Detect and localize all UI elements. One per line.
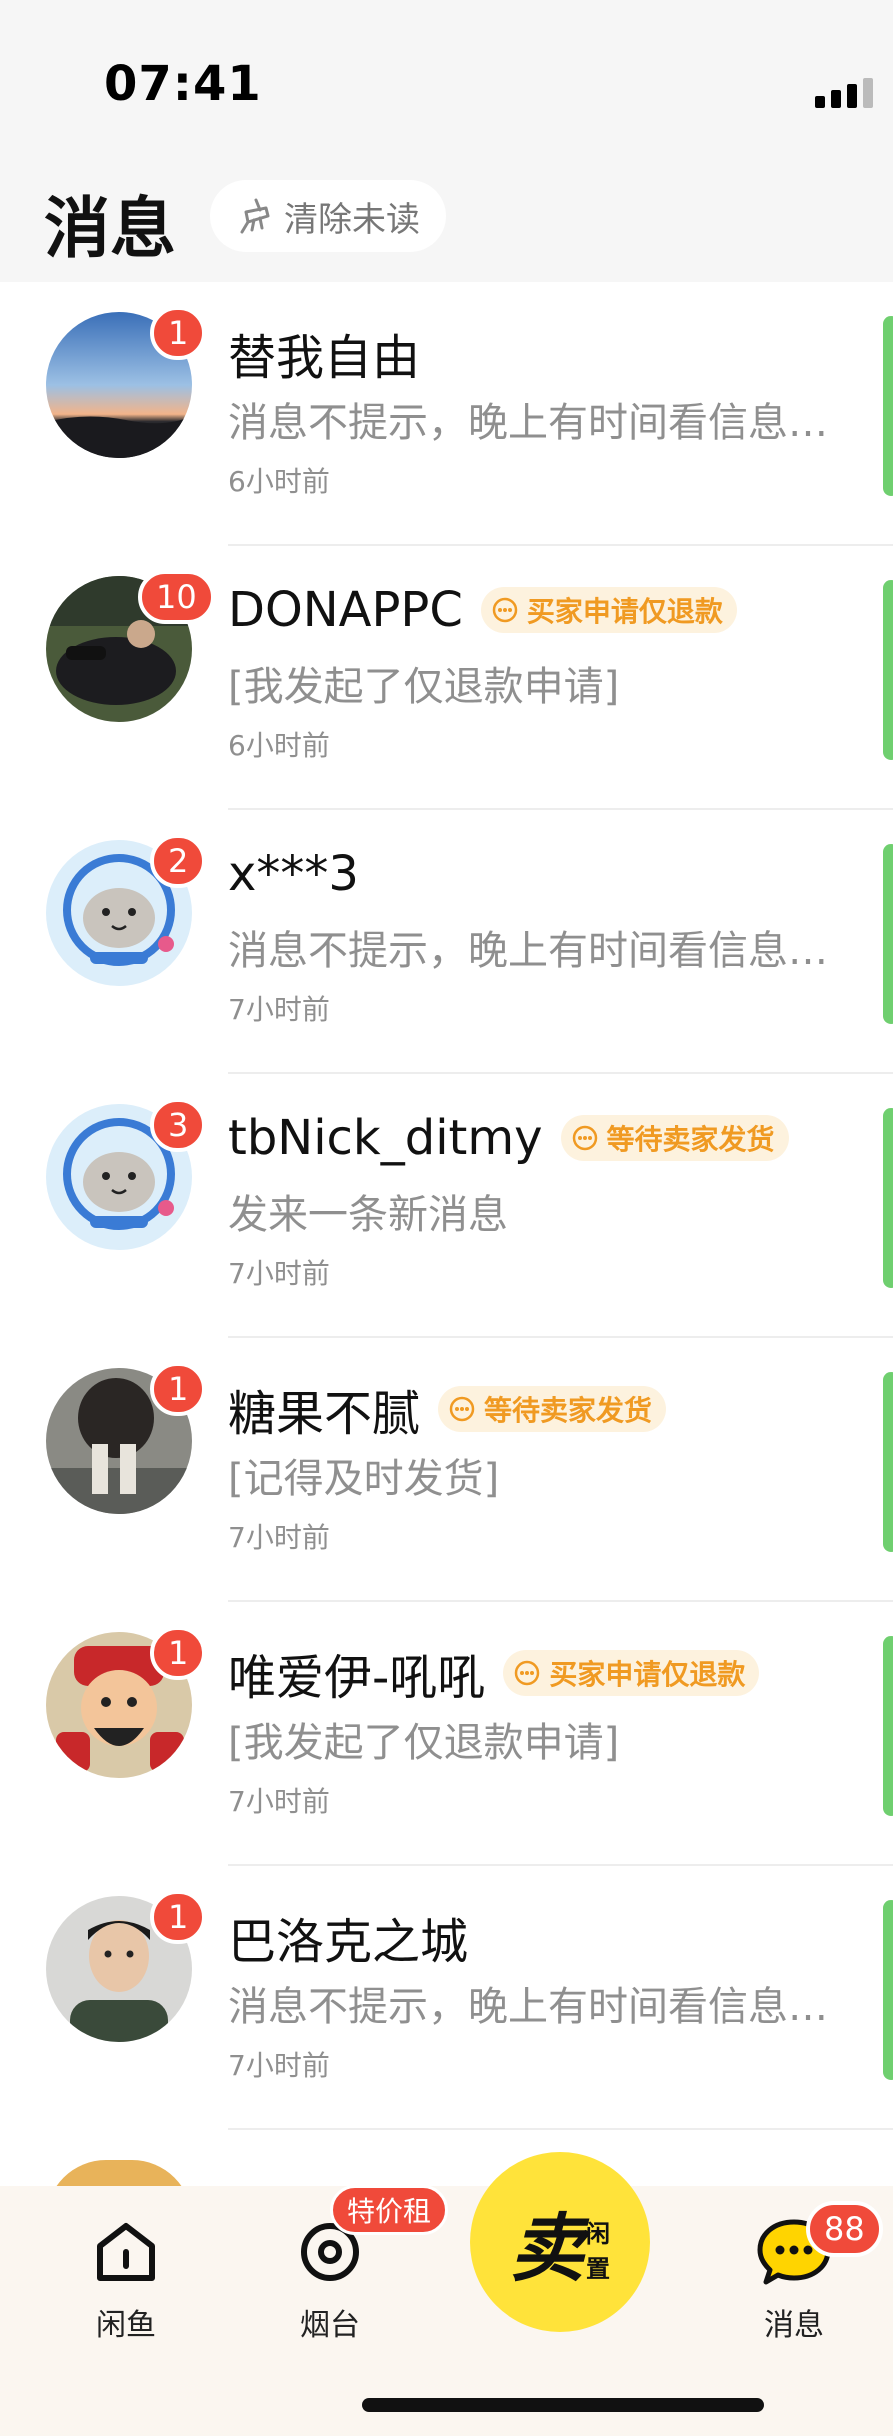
- conversation-row[interactable]: 1 糖果不腻 等待卖家发货 [记得及时发货] 7小时前: [0, 1338, 893, 1602]
- message-preview: 消息不提示，晚上有时间看信息…: [228, 1984, 828, 2030]
- status-time: 07:41: [104, 56, 262, 112]
- clear-unread-button[interactable]: 清除未读: [210, 180, 446, 252]
- page-title: 消息: [44, 190, 176, 267]
- more-dots-icon: [449, 1396, 475, 1422]
- swipe-indicator: [883, 844, 893, 1024]
- more-dots-icon: [515, 1660, 540, 1686]
- unread-badge: 3: [150, 1098, 207, 1152]
- divider: [228, 2128, 893, 2130]
- contact-name: 糖果不腻: [228, 1386, 421, 1442]
- swipe-indicator: [883, 1372, 893, 1552]
- order-status-label: 等待卖家发货: [606, 1123, 775, 1156]
- order-status-label: 等待卖家发货: [484, 1394, 653, 1427]
- message-time: 6小时前: [228, 465, 330, 498]
- sell-sub-label-2: 置: [586, 2255, 610, 2283]
- swipe-indicator: [883, 1900, 893, 2080]
- conversation-row[interactable]: 2 x***3 消息不提示，晚上有时间看信息… 7小时前: [0, 810, 893, 1074]
- contact-name: 巴洛克之城: [228, 1914, 469, 1970]
- contact-name: tbNick_ditmy: [228, 1110, 543, 1166]
- unread-badge: 2: [150, 834, 207, 888]
- tab-home[interactable]: 闲鱼: [56, 2212, 196, 2344]
- message-preview: [我发起了仅退款申请]: [228, 664, 620, 710]
- conversation-row[interactable]: 1 巴洛克之城 消息不提示，晚上有时间看信息… 7小时前: [0, 1866, 893, 2130]
- order-status-tag: 买家申请仅退款: [480, 587, 737, 633]
- clear-unread-label: 清除未读: [284, 199, 420, 240]
- conversation-row[interactable]: 3 tbNick_ditmy 等待卖家发货 发来一条新消息 7小时前: [0, 1074, 893, 1338]
- tab-messages-label: 消息: [764, 2308, 824, 2343]
- message-preview: [我发起了仅退款申请]: [228, 1720, 620, 1766]
- unread-badge: 1: [150, 1626, 207, 1680]
- message-preview: 消息不提示，晚上有时间看信息…: [228, 400, 828, 446]
- home-indicator: [362, 2398, 764, 2412]
- unread-badge: 1: [150, 1362, 207, 1416]
- message-time: 6小时前: [228, 729, 330, 762]
- messages-unread-badge: 88: [806, 2201, 883, 2257]
- contact-name: 替我自由: [228, 330, 421, 386]
- message-time: 7小时前: [228, 2049, 330, 2082]
- signal-icon: [815, 78, 873, 108]
- conversation-row[interactable]: 1 唯爱伊-吼吼 买家申请仅退款 [我发起了仅退款申请] 7小时前: [0, 1602, 893, 1866]
- unread-badge: 1: [150, 306, 207, 360]
- sell-label: 卖: [510, 2205, 584, 2292]
- message-time: 7小时前: [228, 1257, 330, 1290]
- swipe-indicator: [883, 1636, 893, 1816]
- tab-yantai-label: 烟台: [300, 2308, 360, 2343]
- contact-name: x***3: [228, 846, 359, 902]
- conversation-row[interactable]: 1 替我自由 消息不提示，晚上有时间看信息… 6小时前: [0, 282, 893, 546]
- order-status-tag: 等待卖家发货: [438, 1386, 667, 1432]
- header: 消息 清除未读: [0, 150, 893, 282]
- conversation-row[interactable]: 10 DONAPPC 买家申请仅退款 [我发起了仅退款申请] 6小时前: [0, 546, 893, 810]
- unread-badge: 10: [138, 570, 215, 624]
- message-time: 7小时前: [228, 1521, 330, 1554]
- promo-badge: 特价租: [330, 2185, 449, 2235]
- unread-badge: 1: [150, 1890, 207, 1944]
- status-bar: 07:41: [0, 0, 893, 175]
- conversation-list: 1 替我自由 消息不提示，晚上有时间看信息… 6小时前 10 DONAPPC 买…: [0, 282, 893, 2130]
- order-status-tag: 买家申请仅退款: [503, 1650, 760, 1696]
- home-icon: [97, 2223, 155, 2281]
- more-dots-icon: [492, 597, 518, 623]
- contact-name: DONAPPC: [228, 582, 463, 638]
- contact-name: 唯爱伊-吼吼: [228, 1650, 486, 1706]
- message-preview: 发来一条新消息: [228, 1192, 508, 1238]
- sell-button[interactable]: 卖 闲 置: [470, 2152, 650, 2332]
- order-status-label: 买家申请仅退款: [549, 1658, 746, 1691]
- message-time: 7小时前: [228, 1785, 330, 1818]
- order-status-label: 买家申请仅退款: [526, 595, 723, 628]
- message-preview: 消息不提示，晚上有时间看信息…: [228, 928, 828, 974]
- sell-sub-label-1: 闲: [586, 2220, 610, 2248]
- message-time: 7小时前: [228, 993, 330, 1026]
- swipe-indicator: [883, 580, 893, 760]
- swipe-indicator: [883, 1108, 893, 1288]
- broom-icon: [240, 198, 270, 234]
- more-dots-icon: [572, 1125, 597, 1151]
- message-preview: [记得及时发货]: [228, 1456, 500, 1502]
- tab-home-label: 闲鱼: [96, 2308, 156, 2343]
- swipe-indicator: [883, 316, 893, 496]
- order-status-tag: 等待卖家发货: [560, 1115, 789, 1161]
